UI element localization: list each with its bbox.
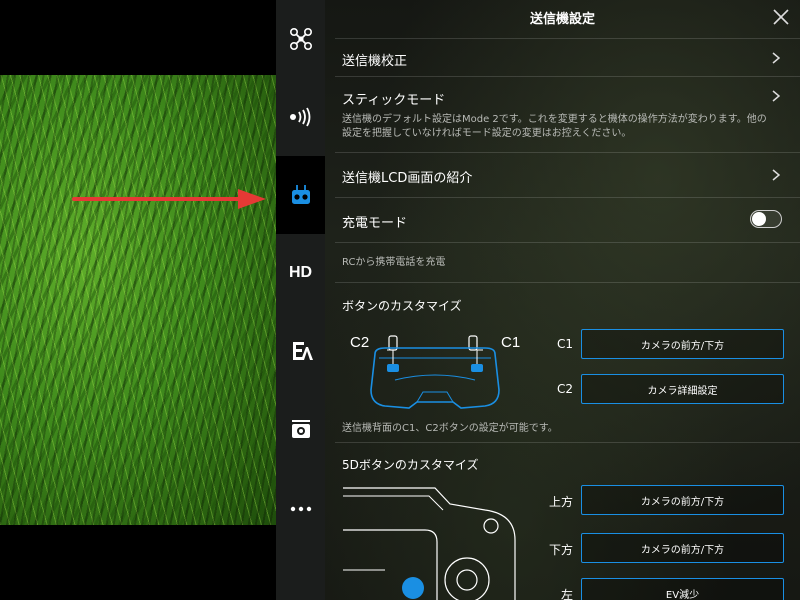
more-icon	[290, 506, 311, 512]
fived-left-button[interactable]: EV減少	[581, 578, 784, 600]
remote-controller-icon	[291, 185, 310, 204]
close-icon[interactable]	[772, 8, 790, 26]
c2-function-button[interactable]: カメラ詳細設定	[581, 374, 784, 404]
diagram-c2-label: C2	[350, 334, 370, 351]
divider	[335, 197, 800, 198]
controller-back-diagram	[370, 335, 500, 409]
divider	[335, 282, 800, 283]
diagram-c1-label: C1	[501, 334, 521, 351]
stick-mode-description: 設定を把握していなければモード設定の変更はお控えください。	[342, 128, 632, 139]
camera-icon	[291, 420, 310, 438]
aircraft-settings-icon	[292, 342, 313, 360]
sidebar-item-aircraft[interactable]	[276, 0, 325, 78]
fived-down-label: 下方	[548, 543, 573, 557]
chevron-right-icon	[772, 52, 780, 64]
remote-controller-settings-panel: 送信機設定 送信機校正 スティックモード 送信機のデフォルト設定はMode 2で…	[325, 0, 800, 600]
fived-up-label: 上方	[548, 495, 573, 509]
fived-up-button[interactable]: カメラの前方/下方	[581, 485, 784, 515]
settings-sidebar: HD	[276, 0, 325, 600]
charge-mode-description: RCから携帯電話を充電	[342, 257, 446, 268]
charge-mode-toggle[interactable]	[750, 210, 782, 228]
button-customize-description: 送信機背面のC1、C2ボタンの設定が可能です。	[342, 423, 558, 434]
divider	[335, 38, 800, 39]
c2-label: C2	[556, 382, 573, 396]
sidebar-item-more[interactable]	[276, 470, 325, 548]
calibration-label: 送信機校正	[342, 54, 408, 69]
fived-customize-heading: 5Dボタンのカスタマイズ	[342, 458, 479, 472]
sidebar-item-remote-controller[interactable]	[276, 156, 325, 234]
chevron-right-icon	[772, 90, 780, 102]
controller-5d-diagram	[343, 487, 516, 600]
drone-icon	[289, 27, 312, 51]
panel-title: 送信機設定	[529, 12, 595, 27]
red-arrow-annotation	[72, 189, 266, 209]
top-black-bar	[0, 0, 276, 75]
sidebar-item-aircraft-settings[interactable]	[276, 312, 325, 390]
divider	[335, 442, 800, 443]
toggle-knob	[752, 212, 766, 226]
hd-icon: HD	[288, 264, 313, 281]
divider	[335, 76, 800, 77]
fived-left-label: 左	[560, 588, 573, 600]
sidebar-item-hd[interactable]: HD	[276, 234, 325, 312]
button-customize-heading: ボタンのカスタマイズ	[342, 299, 462, 313]
camera-live-view	[0, 75, 276, 525]
c1-function-button[interactable]: カメラの前方/下方	[581, 329, 784, 359]
fived-down-button[interactable]: カメラの前方/下方	[581, 533, 784, 563]
lcd-intro-label: 送信機LCD画面の紹介	[342, 171, 473, 186]
charge-mode-label: 充電モード	[342, 216, 408, 231]
divider	[335, 242, 800, 243]
chevron-right-icon	[772, 169, 780, 181]
stick-mode-label: スティックモード	[342, 93, 446, 108]
bottom-black-bar	[0, 525, 276, 600]
c1-label: C1	[556, 337, 573, 351]
divider	[335, 152, 800, 153]
sidebar-item-signal[interactable]	[276, 78, 325, 156]
signal-icon	[289, 107, 310, 127]
sidebar-item-camera[interactable]	[276, 390, 325, 468]
